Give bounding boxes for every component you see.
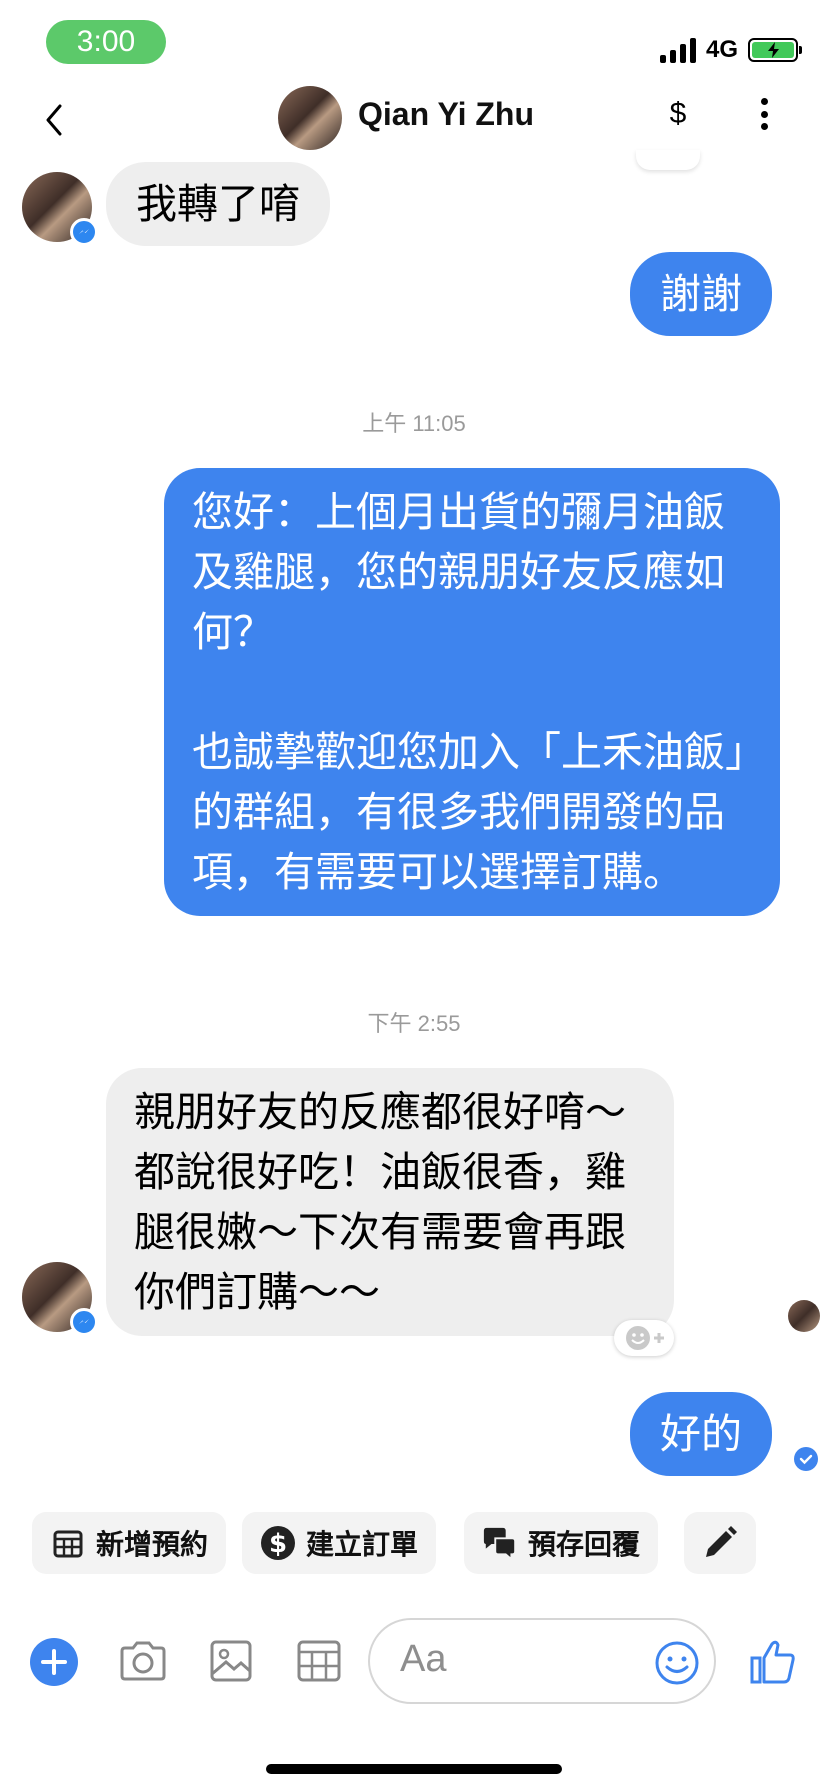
more-options-button[interactable] (752, 94, 776, 134)
status-time: 3:00 (46, 20, 166, 64)
home-indicator (266, 1764, 562, 1774)
message-input[interactable]: Aa (368, 1618, 716, 1704)
message-input-placeholder: Aa (400, 1638, 447, 1680)
thumbs-up-icon (750, 1640, 795, 1684)
message-composer: Aa (0, 1618, 828, 1718)
chevron-left-icon (46, 104, 62, 136)
scroll-indicator (636, 150, 700, 170)
message-text: 我轉了唷 (136, 180, 300, 228)
add-reaction-button[interactable] (614, 1320, 674, 1356)
saved-replies-button[interactable]: 預存回覆 (464, 1512, 659, 1574)
chat-header: Qian Yi Zhu $ (0, 80, 828, 160)
smiley-icon (655, 1641, 699, 1685)
chip-label: 預存回覆 (528, 1528, 641, 1561)
contact-avatar-small[interactable] (22, 1262, 98, 1336)
camera-icon (120, 1641, 166, 1681)
chip-label: 建立訂單 (306, 1528, 419, 1561)
message-text: 親朋好友的反應都很好唷～都說很好吃！油飯很香，雞腿很嫩～下次有需要會再跟你們訂購… (134, 1088, 626, 1316)
camera-button[interactable] (118, 1636, 168, 1686)
gallery-button[interactable] (206, 1636, 256, 1686)
message-timestamp: 上午 11:05 (362, 411, 466, 436)
seen-avatar (788, 1300, 820, 1332)
emoji-plus-icon (626, 1326, 664, 1350)
message-text: 謝謝 (660, 270, 742, 318)
add-button[interactable] (30, 1638, 78, 1686)
new-appointment-button[interactable]: 新增預約 (32, 1512, 227, 1574)
contact-avatar-small[interactable] (22, 172, 98, 246)
message-text: 您好：上個月出貨的彌月油飯及雞腿，您的親朋好友反應如何？ 也誠摯歡迎您加入「上禾… (192, 488, 746, 896)
edit-actions-button[interactable] (684, 1512, 756, 1574)
calendar-grid-icon (297, 1640, 341, 1682)
battery-icon (748, 38, 802, 62)
back-button[interactable] (34, 98, 78, 142)
message-bubble-outgoing[interactable]: 您好：上個月出貨的彌月油飯及雞腿，您的親朋好友反應如何？ 也誠摯歡迎您加入「上禾… (164, 468, 780, 916)
contact-avatar[interactable] (278, 86, 342, 150)
like-button[interactable] (748, 1636, 798, 1686)
pencil-icon (702, 1525, 738, 1561)
signal-icon (659, 37, 696, 63)
network-type: 4G (705, 36, 738, 63)
message-bubble-incoming[interactable]: 親朋好友的反應都很好唷～都說很好吃！油飯很香，雞腿很嫩～下次有需要會再跟你們訂購… (106, 1068, 674, 1336)
messenger-icon (70, 1308, 98, 1336)
chat-bubbles-icon (482, 1525, 518, 1561)
delivered-check-icon (794, 1447, 818, 1471)
plus-icon (41, 1649, 67, 1675)
svg-text:$: $ (269, 1529, 287, 1559)
calendar-icon (50, 1525, 86, 1561)
status-indicators: 4G (659, 34, 802, 66)
messenger-icon (70, 218, 98, 246)
message-bubble-outgoing[interactable]: 好的 (630, 1392, 772, 1476)
contact-name[interactable]: Qian Yi Zhu (358, 96, 534, 133)
message-bubble-incoming[interactable]: 我轉了唷 (106, 162, 330, 246)
message-timestamp: 下午 2:55 (367, 1011, 461, 1036)
chip-label: 新增預約 (96, 1528, 209, 1561)
image-icon (210, 1640, 252, 1682)
message-text: 好的 (660, 1410, 742, 1458)
message-bubble-outgoing[interactable]: 謝謝 (630, 252, 772, 336)
emoji-button[interactable] (654, 1640, 700, 1686)
payment-button[interactable]: $ (660, 92, 696, 136)
create-order-button[interactable]: $ 建立訂單 (242, 1512, 437, 1574)
appointment-button[interactable] (294, 1636, 344, 1686)
dollar-circle-icon: $ (260, 1525, 296, 1561)
